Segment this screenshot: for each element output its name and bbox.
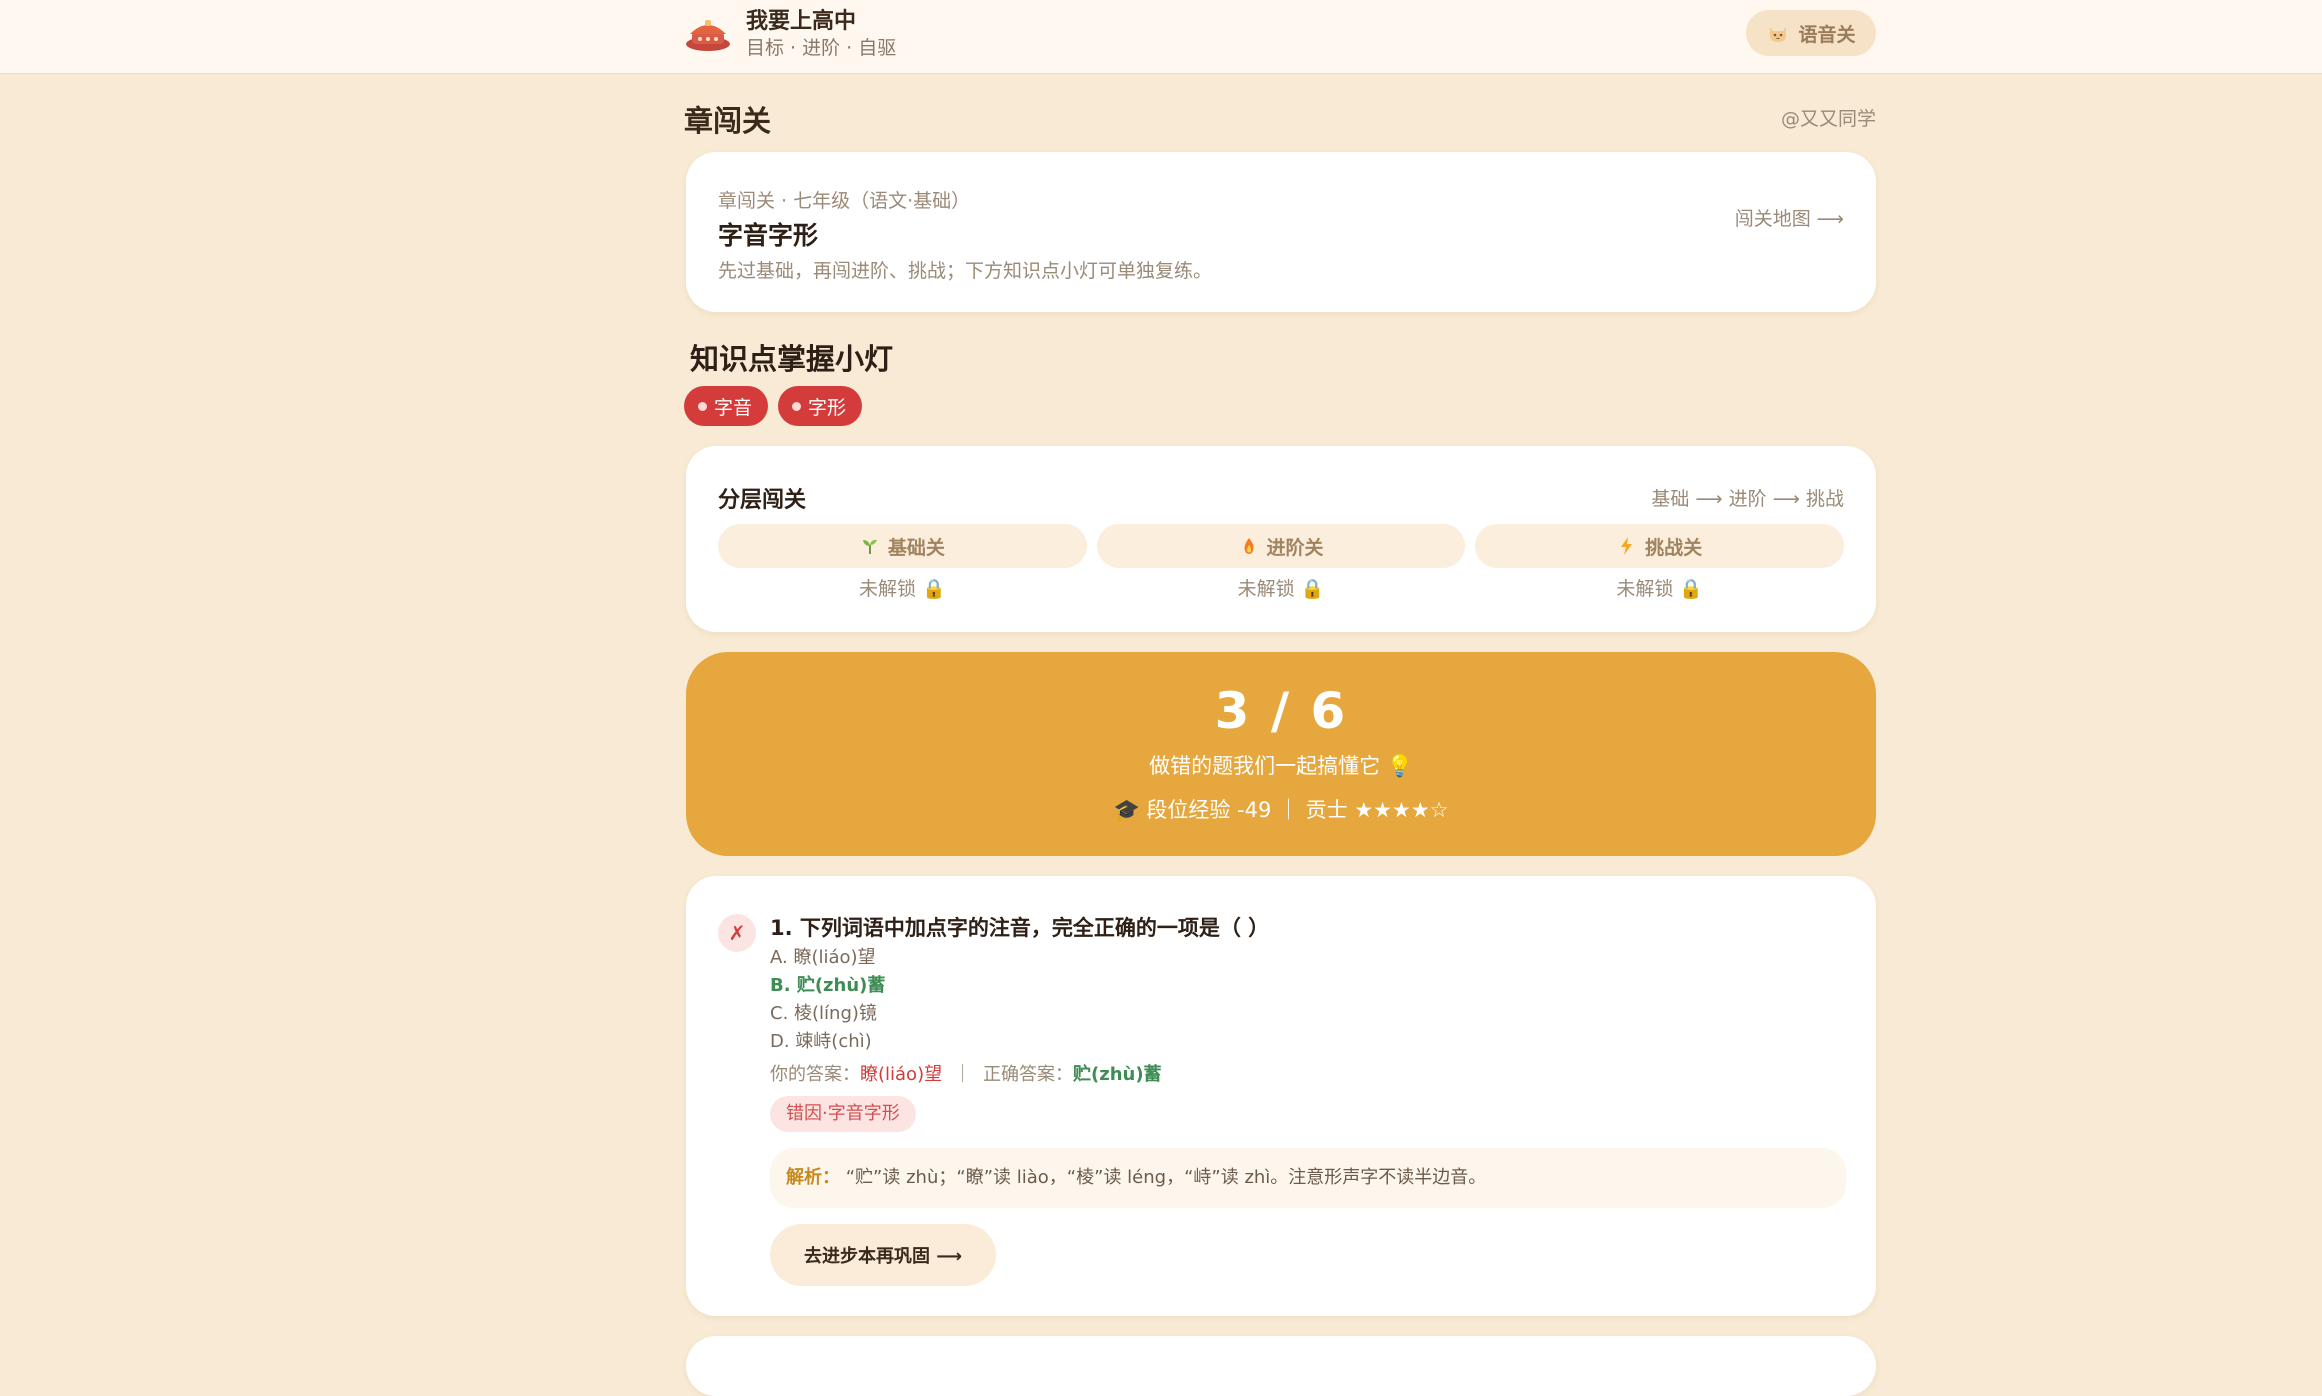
explanation-box: 解析： “贮”读 zhù；“瞭”读 liào，“棱”读 léng，“峙”读 zh… <box>770 1148 1846 1208</box>
level-advanced-button[interactable]: 进阶关 <box>1096 524 1466 568</box>
answer-separator: ｜ <box>953 1064 972 1085</box>
result-message: 做错的题我们一起搞懂它 💡 <box>1149 754 1413 778</box>
error-cause-tag: 错因·字音字形 <box>770 1096 916 1132</box>
lightning-icon <box>1621 537 1633 555</box>
result-stats: 🎓 段位经验 -49 ｜ 贡士 ★★★★☆ <box>1113 798 1449 822</box>
level-basic-button[interactable]: 基础关 <box>718 524 1087 568</box>
answer-comparison: 你的答案：瞭(liáo)望 ｜ 正确答案：贮(zhù)蓄 <box>770 1060 1846 1090</box>
sprout-icon <box>862 539 877 554</box>
question-body: 1. 下列词语中加点字的注音，完全正确的一项是（ ） A. 瞭(liáo)望 B… <box>770 912 1846 1286</box>
correct-answer-label: 正确答案： <box>983 1064 1073 1085</box>
chapter-intro-card: 章闯关 · 七年级（语文·基础） 字音字形 先过基础，再闯进阶、挑战；下方知识点… <box>686 152 1876 312</box>
next-question-card <box>686 1336 1876 1396</box>
knowledge-chip-pronunciation[interactable]: 字音 <box>684 386 769 426</box>
question-option: A. 瞭(liáo)望 <box>770 947 876 968</box>
map-link[interactable]: 闯关地图 ⟶ <box>1735 204 1844 231</box>
level-advanced: 进阶关 未解锁 🔒 <box>1096 524 1466 601</box>
layered-levels-card: 分层闯关 基础 ⟶ 进阶 ⟶ 挑战 基础关 未解锁 🔒 进阶关 未解锁 🔒 挑战… <box>686 446 1876 632</box>
voice-toggle-label: 语音关 <box>1798 23 1856 46</box>
chip-label: 字音 <box>714 396 753 419</box>
level-challenge: 挑战关 未解锁 🔒 <box>1475 524 1845 601</box>
level-list: 基础关 未解锁 🔒 进阶关 未解锁 🔒 挑战关 未解锁 🔒 <box>718 524 1845 601</box>
status-dot-icon <box>792 401 802 411</box>
chip-label: 字形 <box>808 396 847 419</box>
question-option-correct: B. 贮(zhù)蓄 <box>770 975 886 996</box>
level-label: 进阶关 <box>1266 536 1324 559</box>
cat-icon <box>1770 27 1787 42</box>
level-challenge-button[interactable]: 挑战关 <box>1475 524 1845 568</box>
result-summary-card: 3 / 6 做错的题我们一起搞懂它 💡 🎓 段位经验 -49 ｜ 贡士 ★★★★… <box>686 652 1876 856</box>
layers-path: 基础 ⟶ 进阶 ⟶ 挑战 <box>1651 488 1844 510</box>
app-subtitle: 目标 · 进阶 · 自驱 <box>746 37 897 59</box>
level-status: 未解锁 🔒 <box>1237 578 1325 600</box>
knowledge-points-title: 知识点掌握小灯 <box>690 342 894 376</box>
your-answer: 瞭(liáo)望 <box>860 1064 943 1085</box>
breadcrumb: 章闯关 · 七年级（语文·基础） <box>718 190 971 212</box>
level-basic: 基础关 未解锁 🔒 <box>718 524 1087 601</box>
status-dot-icon <box>698 401 707 411</box>
layers-title: 分层闯关 <box>718 488 807 513</box>
level-label: 基础关 <box>887 536 945 559</box>
knowledge-point-chips: 字音 字形 <box>684 386 863 426</box>
brand[interactable]: 我要上高中 目标 · 进阶 · 自驱 <box>684 8 896 60</box>
correct-answer: 贮(zhù)蓄 <box>1073 1064 1162 1085</box>
app-title: 我要上高中 <box>746 9 857 34</box>
review-in-notebook-button[interactable]: 去进步本再巩固 ⟶ <box>770 1224 996 1286</box>
explanation-label: 解析： <box>786 1167 840 1188</box>
voice-toggle-button[interactable]: 语音关 <box>1746 10 1876 56</box>
score: 3 / 6 <box>1214 682 1348 740</box>
page-title: 章闯关 <box>684 104 772 138</box>
school-logo-icon <box>686 20 730 51</box>
wrong-mark-icon: ✗ <box>718 914 756 952</box>
your-answer-label: 你的答案： <box>770 1064 860 1085</box>
question-review-card: ✗ 1. 下列词语中加点字的注音，完全正确的一项是（ ） A. 瞭(liáo)望… <box>686 876 1876 1316</box>
level-status: 未解锁 🔒 <box>858 578 946 600</box>
explanation-text: “贮”读 zhù；“瞭”读 liào，“棱”读 léng，“峙”读 zhì。注意… <box>845 1167 1487 1188</box>
knowledge-chip-glyph[interactable]: 字形 <box>778 386 863 426</box>
question-option: C. 棱(líng)镜 <box>770 1003 877 1024</box>
top-bar: 我要上高中 目标 · 进阶 · 自驱 语音关 <box>0 0 2322 74</box>
level-label: 挑战关 <box>1645 536 1703 559</box>
chapter-description: 先过基础，再闯进阶、挑战；下方知识点小灯可单独复练。 <box>718 260 1213 282</box>
chapter-title: 字音字形 <box>718 221 819 250</box>
user-handle[interactable]: @又又同学 <box>1781 104 1876 131</box>
question-option: D. 竦峙(chì) <box>770 1031 872 1052</box>
question-title: 1. 下列词语中加点字的注音，完全正确的一项是（ ） <box>770 916 1270 940</box>
level-status: 未解锁 🔒 <box>1616 578 1704 600</box>
flame-icon <box>1244 538 1254 554</box>
